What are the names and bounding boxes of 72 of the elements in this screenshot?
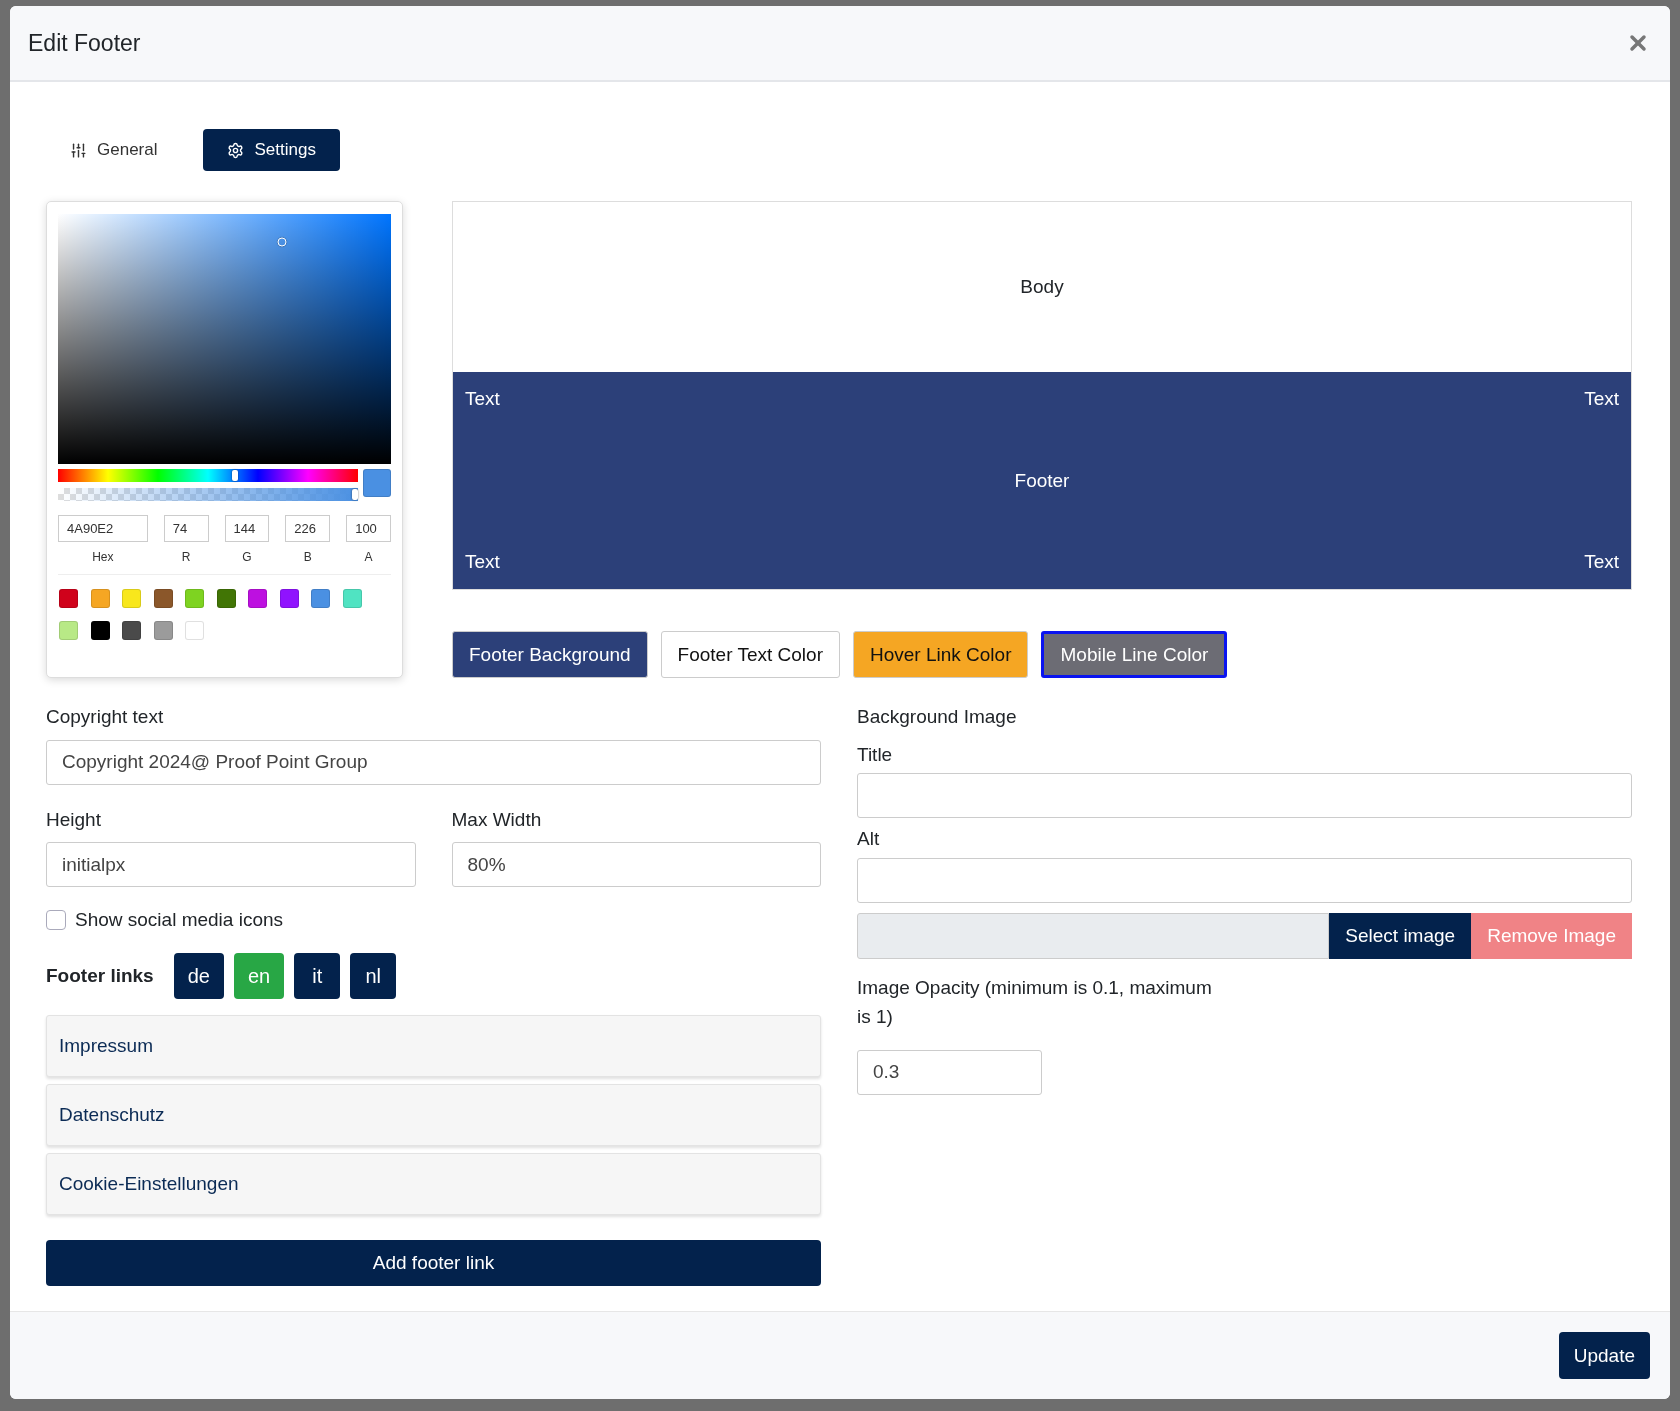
opacity-input[interactable]: 0.3 (857, 1049, 1042, 1095)
color-field-label: B (303, 550, 312, 564)
color-target-button[interactable]: Footer Text Color (660, 631, 840, 678)
field-label: Title (857, 742, 894, 767)
color-field-label: A (364, 550, 373, 564)
picker-pointer[interactable] (277, 237, 287, 247)
color-swatch[interactable] (90, 621, 110, 640)
field-label: Max Width (451, 807, 543, 832)
dialog-title: Edit Footer (28, 29, 141, 57)
language-button[interactable]: it (294, 953, 341, 1000)
update-button[interactable]: Update (1558, 1332, 1650, 1379)
color-value-input[interactable]: 226 (285, 515, 331, 542)
color-swatch[interactable] (122, 589, 141, 608)
color-swatch[interactable] (248, 589, 267, 608)
alpha-slider[interactable] (58, 488, 358, 501)
footer-link-item[interactable]: Impressum (46, 1015, 821, 1078)
color-target-button[interactable]: Mobile Line Color (1041, 631, 1228, 678)
section-title: Footer links (46, 965, 154, 988)
color-swatch[interactable] (185, 621, 204, 640)
preview-text: Text (1584, 388, 1619, 410)
alpha-slider-thumb[interactable] (352, 489, 358, 500)
sliders-icon (70, 141, 87, 159)
color-swatch[interactable] (59, 621, 78, 640)
footer-link-item[interactable]: Datenschutz (46, 1084, 821, 1147)
color-value-input[interactable]: 144 (224, 515, 270, 542)
color-value-input[interactable]: 74 (163, 515, 209, 542)
field-label: Alt (857, 827, 881, 852)
add-footer-link-button[interactable]: Add footer link (46, 1240, 821, 1287)
color-target-button[interactable]: Hover Link Color (853, 631, 1029, 678)
color-swatch[interactable] (90, 589, 110, 608)
saturation-field[interactable] (58, 214, 391, 464)
color-swatch[interactable] (216, 589, 236, 608)
height-input[interactable]: initialpx (46, 842, 416, 888)
color-swatch[interactable] (279, 589, 299, 608)
preview-text: Text (465, 551, 500, 573)
color-field-label: Hex (92, 550, 114, 564)
preview-text: Text (465, 388, 500, 410)
alt-input[interactable] (857, 857, 1632, 903)
hue-slider-thumb[interactable] (231, 470, 238, 481)
language-button[interactable]: nl (350, 953, 397, 1000)
color-field-label: R (181, 550, 191, 564)
color-swatch[interactable] (185, 589, 204, 608)
section-label: Background Image (857, 705, 1018, 729)
body-label: Body (1020, 276, 1064, 298)
color-field-label: G (242, 550, 252, 564)
field-label: Copyright text (46, 705, 165, 729)
footer-link-item[interactable]: Cookie-Einstellungen (46, 1153, 821, 1216)
color-swatch[interactable] (342, 589, 362, 608)
color-swatch[interactable] (153, 589, 173, 608)
footer-label: Footer (1014, 469, 1070, 492)
color-target-button[interactable]: Footer Background (452, 631, 648, 678)
checkbox-label: Show social media icons (75, 909, 284, 932)
color-swatch[interactable] (311, 589, 330, 608)
preview-text: Text (1584, 551, 1619, 573)
tab[interactable]: Settings (203, 129, 340, 171)
settings-icon (227, 141, 245, 159)
hue-slider[interactable] (58, 469, 358, 482)
color-swatch[interactable] (153, 621, 173, 640)
field-label: Image Opacity (minimum is 0.1, maximum is 1) (857, 975, 1213, 1030)
language-button[interactable]: de (173, 953, 224, 1000)
field-label: Height (46, 807, 102, 832)
color-swatch[interactable] (59, 589, 78, 608)
image-path-field[interactable] (857, 912, 1330, 959)
copyright-input[interactable]: Copyright 2024@ Proof Point Group (46, 739, 821, 785)
select-image-button[interactable]: Select image (1329, 912, 1472, 959)
checkbox[interactable] (46, 910, 66, 931)
tab[interactable]: General (46, 129, 182, 171)
color-swatch[interactable] (122, 621, 141, 640)
color-value-input[interactable]: 100 (346, 515, 391, 542)
title-input[interactable] (857, 773, 1632, 819)
color-value-input[interactable]: 4A90E2 (58, 515, 148, 542)
max-width-input[interactable]: 80% (451, 842, 821, 888)
